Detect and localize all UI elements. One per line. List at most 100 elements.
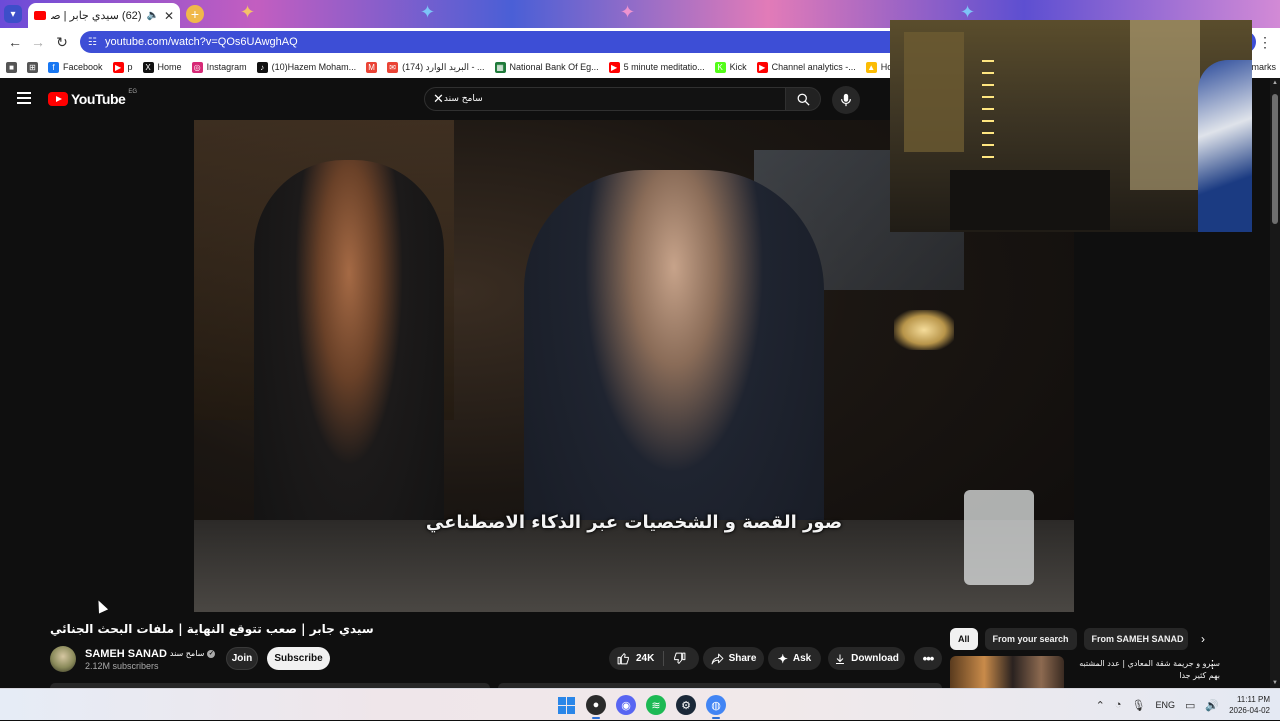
- facebook-icon: f: [48, 61, 59, 73]
- channel-name[interactable]: SAMEH SANAD: [85, 648, 167, 660]
- youtube-logo[interactable]: YouTube EG: [48, 89, 137, 107]
- channel-name-arabic[interactable]: سامح سند: [170, 649, 204, 658]
- search-box[interactable]: ✕: [424, 87, 786, 111]
- chevron-up-icon[interactable]: ⌃: [1096, 699, 1105, 712]
- close-tab-icon[interactable]: ✕: [164, 9, 174, 23]
- more-horizontal-icon: •••: [922, 651, 935, 666]
- bookmark-label: 5 minute meditatio...: [623, 62, 705, 72]
- theme-star-decoration: ✦: [620, 2, 636, 22]
- bookmark-item[interactable]: K Kick: [714, 61, 747, 73]
- bookmark-item[interactable]: ♪ (10)Hazem Moham...: [256, 61, 356, 73]
- chip-from-your-search[interactable]: From your search: [984, 628, 1077, 650]
- share-button[interactable]: Share: [703, 647, 764, 670]
- network-icon[interactable]: ◔: [1115, 699, 1122, 711]
- x-icon: X: [142, 61, 154, 73]
- discord-icon[interactable]: ◉: [616, 695, 636, 715]
- dislike-button[interactable]: [664, 652, 686, 665]
- bookmark-item[interactable]: ▶ Channel analytics -...: [756, 61, 856, 73]
- video-subtitle: صور القصة و الشخصيات عبر الذكاء الاصطناع…: [425, 512, 843, 533]
- like-button[interactable]: 24K: [609, 651, 665, 666]
- scene-lamp: [894, 310, 954, 350]
- channel-info: SAMEH SANAD سامح سند ✓ 2.12M subscribers: [85, 648, 216, 671]
- channel-avatar[interactable]: [50, 646, 76, 672]
- webcam-overlay: [890, 20, 1252, 232]
- more-actions-button[interactable]: •••: [914, 647, 942, 670]
- bookmark-item[interactable]: X Home: [142, 61, 182, 73]
- bookmark-item[interactable]: ▶ 5 minute meditatio...: [608, 61, 705, 73]
- bookmark-item[interactable]: ■: [6, 61, 17, 73]
- audio-playing-icon[interactable]: 🔈: [146, 10, 158, 21]
- tab-title: (62) سيدي جابر | صعب تتوقع النهاية | ملف…: [51, 10, 142, 22]
- clock[interactable]: 11:11 PM 2026-04-02: [1229, 694, 1270, 716]
- chip-all[interactable]: All: [950, 628, 978, 650]
- start-icon[interactable]: [556, 695, 576, 715]
- join-button[interactable]: Join: [226, 647, 258, 670]
- bookmark-item[interactable]: ▦ National Bank Of Eg...: [494, 61, 599, 73]
- more-vertical-icon[interactable]: ⋮: [1207, 658, 1218, 671]
- microphone-icon: [841, 93, 851, 107]
- steam-icon[interactable]: ⚙: [676, 695, 696, 715]
- volume-icon[interactable]: 🔊: [1205, 699, 1219, 712]
- theme-star-decoration: ✦: [240, 2, 256, 22]
- guide-menu-icon[interactable]: [17, 92, 31, 104]
- youtube-favicon-icon: [34, 11, 46, 20]
- sparkle-icon: ✦: [777, 651, 788, 666]
- chrome-icon[interactable]: ◍: [706, 695, 726, 719]
- page-scrollbar[interactable]: ▲ ▼: [1270, 78, 1280, 688]
- bookmark-item[interactable]: f Facebook: [48, 61, 103, 73]
- recommended-video[interactable]: سيرو و جريمة شقة المعادي | عدد المشتبه ب…: [950, 656, 1220, 688]
- all-bookmarks-label[interactable]: marks: [1249, 56, 1278, 78]
- clock-date: 2026-04-02: [1229, 706, 1270, 715]
- scroll-up-arrow-icon[interactable]: ▲: [1271, 80, 1279, 86]
- theme-star-decoration: ✦: [420, 2, 436, 22]
- chevron-right-icon[interactable]: ›: [1196, 632, 1210, 646]
- recommended-title[interactable]: سيرو و جريمة شقة المعادي | عدد المشتبه ب…: [1070, 656, 1220, 688]
- bookmark-item[interactable]: ⊞: [27, 61, 38, 73]
- address-url: youtube.com/watch?v=QOs6UAwghAQ: [104, 36, 298, 48]
- search-input[interactable]: [443, 94, 777, 104]
- tab-search-icon[interactable]: ▾: [4, 5, 22, 23]
- bookmark-item[interactable]: ▶ p: [112, 61, 133, 73]
- browser-menu-icon[interactable]: ⋮: [1258, 33, 1272, 51]
- spotify-icon[interactable]: ≋: [646, 695, 666, 715]
- thumbs-up-icon: [617, 653, 629, 665]
- bookmark-item[interactable]: M: [366, 61, 378, 73]
- chip-from-channel[interactable]: From SAMEH SANAD: [1083, 628, 1188, 650]
- recommended-thumbnail[interactable]: [950, 656, 1064, 688]
- scrollbar-thumb[interactable]: [1272, 94, 1278, 224]
- search-button[interactable]: [785, 87, 821, 111]
- bookmark-label: Instagram: [206, 62, 247, 72]
- youtube-wordmark: YouTube: [71, 91, 126, 107]
- scene-pen-holder: [964, 490, 1034, 585]
- chrome-profile-icon[interactable]: ●: [586, 695, 606, 719]
- youtube-play-icon: [48, 92, 68, 106]
- display-icon[interactable]: ▭: [1185, 699, 1195, 712]
- scroll-down-arrow-icon[interactable]: ▼: [1271, 680, 1279, 686]
- reload-button[interactable]: ↻: [53, 33, 71, 51]
- like-count: 24K: [636, 653, 655, 664]
- ask-button[interactable]: ✦ Ask: [768, 647, 821, 670]
- microphone-icon[interactable]: 🎙: [1131, 699, 1145, 712]
- bookmark-label: Facebook: [63, 62, 103, 72]
- like-dislike-group: 24K: [609, 647, 699, 670]
- browser-tab-active[interactable]: (62) سيدي جابر | صعب تتوقع النهاية | ملف…: [28, 3, 180, 28]
- windows-taskbar: ● ◉ ≋ ⚙ ◍ ⌃ ◔ 🎙 ENG ▭ 🔊 11:11 PM 2026-04-02: [0, 688, 1280, 720]
- youtube-icon: ▶: [112, 61, 124, 73]
- input-language[interactable]: ENG: [1155, 700, 1175, 710]
- new-tab-button[interactable]: +: [186, 5, 204, 23]
- download-button[interactable]: Download: [828, 647, 905, 670]
- clear-search-icon[interactable]: ✕: [433, 91, 444, 107]
- share-icon: [711, 653, 723, 664]
- bookmark-item[interactable]: ✉ (174) البريد الوارد - ...: [387, 61, 485, 73]
- youtube-icon: ▶: [756, 61, 768, 73]
- scene-desk: [194, 520, 1074, 612]
- bookmark-item[interactable]: ◎ Instagram: [191, 61, 247, 73]
- gmail-icon: M: [366, 61, 378, 73]
- back-button[interactable]: ←: [6, 33, 24, 51]
- site-info-icon[interactable]: ☷: [88, 37, 97, 48]
- video-owner: SAMEH SANAD سامح سند ✓ 2.12M subscribers: [50, 645, 216, 673]
- webcam-table: [950, 170, 1110, 230]
- voice-search-button[interactable]: [832, 86, 860, 114]
- subscribe-button[interactable]: Subscribe: [267, 647, 330, 670]
- forward-button[interactable]: →: [29, 33, 47, 51]
